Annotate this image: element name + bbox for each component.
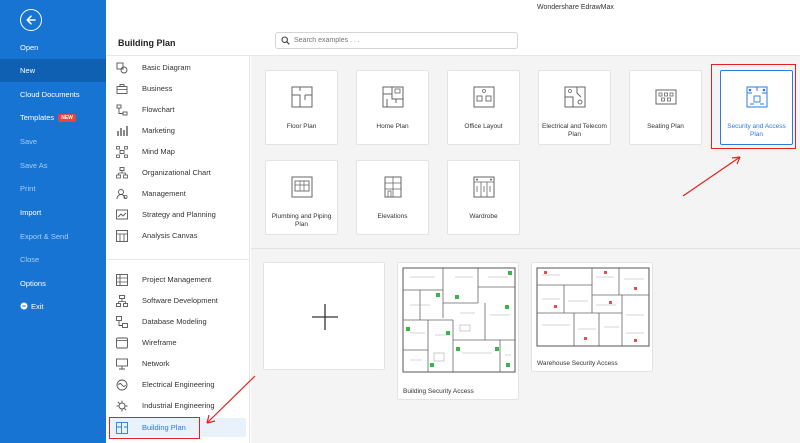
category-network[interactable]: Network bbox=[110, 354, 246, 373]
warehouse-floor-plan-thumbnail bbox=[536, 267, 650, 347]
nav-export-send[interactable]: Export & Send bbox=[0, 225, 106, 248]
nav-import[interactable]: Import bbox=[0, 201, 106, 224]
category-strategy-planning[interactable]: Strategy and Planning bbox=[110, 205, 246, 224]
bar-chart-icon bbox=[117, 125, 128, 136]
project-icon bbox=[116, 273, 128, 286]
flowchart-icon bbox=[116, 104, 128, 115]
category-project-management[interactable]: Project Management bbox=[110, 270, 246, 289]
category-marketing[interactable]: Marketing bbox=[110, 121, 246, 140]
page-title: Building Plan bbox=[118, 38, 176, 48]
nav-templates[interactable]: Templates NEW bbox=[0, 106, 106, 129]
search-icon bbox=[281, 36, 290, 45]
nav-print[interactable]: Print bbox=[0, 177, 106, 200]
software-icon bbox=[116, 294, 128, 307]
template-seating-plan[interactable]: Seating Plan bbox=[629, 70, 702, 145]
category-basic-diagram[interactable]: Basic Diagram bbox=[110, 58, 246, 77]
category-analysis-canvas[interactable]: Analysis Canvas bbox=[110, 226, 246, 245]
electrical-icon bbox=[116, 379, 128, 390]
building-floor-plan-thumbnail bbox=[402, 267, 516, 373]
search-input[interactable] bbox=[294, 34, 509, 47]
category-organizational-chart[interactable]: Organizational Chart bbox=[110, 163, 246, 182]
category-industrial-engineering[interactable]: Industrial Engineering bbox=[110, 396, 246, 415]
nav-new[interactable]: New bbox=[0, 59, 106, 82]
wardrobe-icon bbox=[473, 176, 495, 198]
template-highlight-box bbox=[711, 64, 796, 149]
nav-cloud-documents[interactable]: Cloud Documents bbox=[0, 83, 106, 106]
app-title: Wondershare EdrawMax bbox=[537, 4, 614, 11]
category-management[interactable]: Management bbox=[110, 184, 246, 203]
seating-plan-icon bbox=[655, 89, 677, 105]
nav-exit[interactable]: Exit bbox=[0, 295, 106, 318]
plumbing-icon bbox=[291, 176, 313, 198]
canvas-icon bbox=[116, 229, 128, 242]
category-flowchart[interactable]: Flowchart bbox=[110, 100, 246, 119]
back-arrow-icon[interactable] bbox=[20, 9, 42, 31]
search-box[interactable] bbox=[275, 32, 518, 49]
electrical-plan-icon bbox=[564, 86, 586, 108]
category-sidebar: Basic Diagram Business Flowchart Marketi… bbox=[106, 56, 250, 443]
strategy-icon bbox=[116, 209, 128, 219]
category-electrical-engineering[interactable]: Electrical Engineering bbox=[110, 375, 246, 394]
template-office-layout[interactable]: Office Layout bbox=[447, 70, 520, 145]
org-chart-icon bbox=[116, 166, 128, 178]
shapes-icon bbox=[116, 62, 128, 73]
database-icon bbox=[116, 315, 128, 328]
category-highlight-box bbox=[109, 417, 200, 439]
left-nav: Open New Cloud Documents Templates NEW Sa… bbox=[0, 0, 106, 443]
wireframe-icon bbox=[116, 337, 128, 348]
category-business[interactable]: Business bbox=[110, 79, 246, 98]
elevations-icon bbox=[384, 176, 402, 198]
nav-close[interactable]: Close bbox=[0, 248, 106, 271]
nav-open[interactable]: Open bbox=[0, 36, 106, 59]
industrial-icon bbox=[116, 400, 128, 411]
category-database-modeling[interactable]: Database Modeling bbox=[110, 312, 246, 331]
briefcase-icon bbox=[116, 83, 128, 94]
category-mind-map[interactable]: Mind Map bbox=[110, 142, 246, 161]
top-bar: Wondershare EdrawMax Building Plan bbox=[106, 0, 800, 56]
new-blank-card[interactable] bbox=[263, 262, 385, 370]
template-wardrobe[interactable]: Wardrobe bbox=[447, 160, 520, 235]
template-plumbing-piping-plan[interactable]: Plumbing and Piping Plan bbox=[265, 160, 338, 235]
example-warehouse-security-access[interactable]: Warehouse Security Access bbox=[531, 262, 653, 372]
template-elevations[interactable]: Elevations bbox=[356, 160, 429, 235]
plus-icon bbox=[312, 304, 338, 330]
floor-plan-icon bbox=[291, 86, 313, 108]
nav-save-as[interactable]: Save As bbox=[0, 154, 106, 177]
mind-map-icon bbox=[116, 145, 128, 158]
network-icon bbox=[116, 358, 128, 369]
section-divider bbox=[251, 248, 800, 249]
category-divider bbox=[106, 259, 249, 260]
template-floor-plan[interactable]: Floor Plan bbox=[265, 70, 338, 145]
category-software-development[interactable]: Software Development bbox=[110, 291, 246, 310]
category-wireframe[interactable]: Wireframe bbox=[110, 333, 246, 352]
example-building-security-access[interactable]: Building Security Access bbox=[397, 262, 519, 400]
nav-options[interactable]: Options bbox=[0, 272, 106, 295]
template-electrical-telecom-plan[interactable]: Electrical and Telecom Plan bbox=[538, 70, 611, 145]
management-icon bbox=[116, 188, 128, 199]
office-layout-icon bbox=[473, 86, 495, 108]
home-plan-icon bbox=[382, 86, 404, 108]
new-badge: NEW bbox=[58, 114, 76, 122]
nav-save[interactable]: Save bbox=[0, 130, 106, 153]
template-home-plan[interactable]: Home Plan bbox=[356, 70, 429, 145]
exit-icon bbox=[20, 302, 28, 310]
